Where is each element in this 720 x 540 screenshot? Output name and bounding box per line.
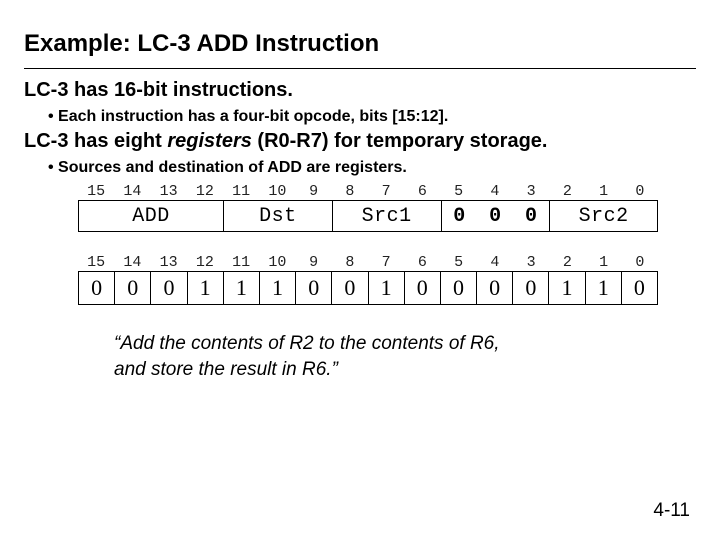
bit-index-row-2: 15 14 13 12 11 10 9 8 7 6 5 4 3 2 1 0 [78,254,658,271]
bit-index: 4 [477,254,513,271]
bit-index: 4 [477,183,513,200]
bit-index: 13 [151,183,187,200]
field-row: ADD Dst Src1 0 0 0 Src2 [78,200,658,232]
bit-cell: 1 [223,272,259,304]
instruction-format-diagram: 15 14 13 12 11 10 9 8 7 6 5 4 3 2 1 0 AD… [78,183,658,305]
bit-cell: 1 [548,272,584,304]
mode-bit: 0 [442,205,478,228]
mode-bit: 0 [513,205,549,228]
bit-index: 8 [332,254,368,271]
bullet-registers: Sources and destination of ADD are regis… [48,159,696,177]
bit-index: 9 [296,254,332,271]
field-mode: 0 0 0 [441,201,550,231]
bit-index: 15 [78,254,114,271]
bit-cell: 1 [368,272,404,304]
field-dst: Dst [223,201,332,231]
bit-index: 8 [332,183,368,200]
bit-cell: 0 [331,272,367,304]
title-underline [24,68,696,69]
bit-index: 12 [187,254,223,271]
body-line-1: LC-3 has 16-bit instructions. [24,79,696,102]
bit-index: 7 [368,183,404,200]
bit-index: 9 [296,183,332,200]
bit-index: 3 [513,183,549,200]
bit-index: 2 [549,183,585,200]
body-line-2-post: (R0-R7) for temporary storage. [252,130,548,152]
bit-cell: 0 [621,272,658,304]
bit-index: 12 [187,183,223,200]
bit-index: 6 [404,183,440,200]
body-line-2-pre: LC-3 has eight [24,130,167,152]
field-src2: Src2 [549,201,658,231]
bit-cell: 0 [295,272,331,304]
body-line-2-em: registers [167,130,252,152]
body-line-2: LC-3 has eight registers (R0-R7) for tem… [24,130,696,153]
bit-index-row-1: 15 14 13 12 11 10 9 8 7 6 5 4 3 2 1 0 [78,183,658,200]
bit-index: 1 [586,183,622,200]
bit-index: 11 [223,183,259,200]
bit-cell: 0 [512,272,548,304]
example-caption: “Add the contents of R2 to the contents … [114,331,634,382]
bit-index: 1 [586,254,622,271]
bit-index: 6 [404,254,440,271]
field-opcode: ADD [78,201,223,231]
bit-index: 7 [368,254,404,271]
caption-line-2: and store the result in R6.” [114,359,338,380]
bit-index: 14 [114,254,150,271]
bit-index: 10 [259,254,295,271]
bit-index: 0 [622,254,658,271]
bit-cell: 0 [114,272,150,304]
example-bit-row: 0 0 0 1 1 1 0 0 1 0 0 0 0 1 1 0 [78,271,658,305]
slide-title: Example: LC-3 ADD Instruction [24,30,696,58]
bit-index: 5 [441,254,477,271]
bit-cell: 1 [585,272,621,304]
bit-index: 10 [259,183,295,200]
bit-index: 13 [151,254,187,271]
caption-line-1: “Add the contents of R2 to the contents … [114,333,500,354]
bit-cell: 0 [476,272,512,304]
bit-index: 11 [223,254,259,271]
mode-bit: 0 [477,205,513,228]
bit-cell: 0 [440,272,476,304]
bit-index: 0 [622,183,658,200]
bullet-opcode: Each instruction has a four-bit opcode, … [48,108,696,126]
bit-cell: 1 [187,272,223,304]
bit-index: 3 [513,254,549,271]
page-number: 4-11 [653,500,690,522]
bit-index: 14 [114,183,150,200]
bit-index: 5 [441,183,477,200]
bit-index: 15 [78,183,114,200]
bit-cell: 0 [404,272,440,304]
bit-cell: 1 [259,272,295,304]
field-src1: Src1 [332,201,441,231]
bit-cell: 0 [150,272,186,304]
bit-cell: 0 [78,272,114,304]
bit-index: 2 [549,254,585,271]
